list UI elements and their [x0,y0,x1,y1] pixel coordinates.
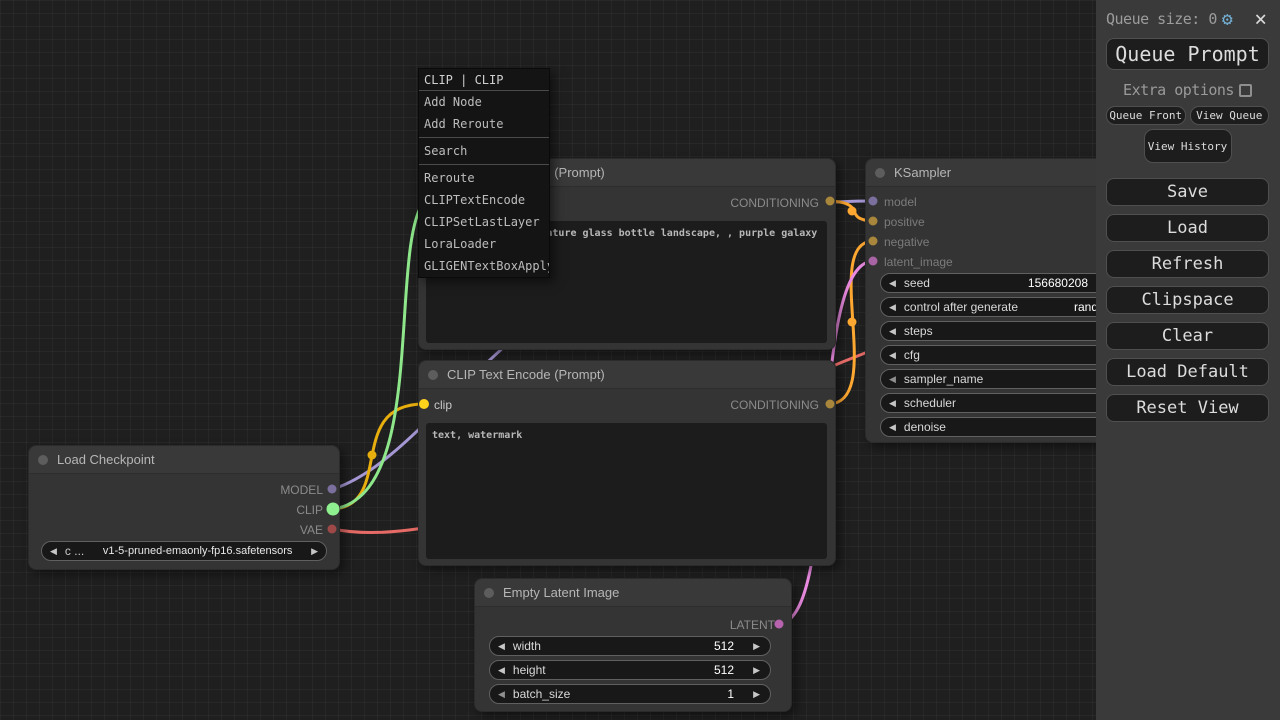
menu-item-reroute[interactable]: Reroute [419,167,549,189]
extra-options-checkbox[interactable] [1239,84,1252,97]
widget-label: cfg [904,348,920,362]
queue-size-label: Queue size: 0 [1106,10,1217,28]
widget-label: batch_size [513,687,570,701]
vae-output-label: VAE [300,523,323,537]
node-title: Empty Latent Image [503,585,619,600]
widget-width[interactable]: ◀ width 512 ▶ [489,636,771,656]
decrement-arrow-icon[interactable]: ◀ [889,278,896,289]
node-header[interactable]: Empty Latent Image [475,579,791,607]
widget-label: steps [904,324,933,338]
latent-output-label: LATENT [730,618,775,632]
widget-label: sampler_name [904,372,983,386]
reset-view-button[interactable]: Reset View [1106,394,1269,422]
save-button[interactable]: Save [1106,178,1269,206]
context-menu: CLIP | CLIP Add Node Add Reroute Search … [418,68,550,278]
widget-label: seed [904,276,930,290]
increment-arrow-icon[interactable]: ▶ [753,689,760,700]
view-history-button[interactable]: View History [1144,129,1232,163]
clip-link-midpoint-dot[interactable] [368,451,377,460]
increment-arrow-icon[interactable]: ▶ [753,665,760,676]
node-header[interactable]: Load Checkpoint [29,446,339,474]
widget-value: 512 [714,663,734,677]
node-title: KSampler [894,165,951,180]
node-load-checkpoint[interactable]: Load Checkpoint MODEL CLIP VAE ◀ c ... v… [28,445,340,570]
node-empty-latent-image[interactable]: Empty Latent Image LATENT ◀ width 512 ▶ … [474,578,792,712]
comfyui-canvas[interactable]: { "colors": { "link_model": "#a596d4", "… [0,0,1280,720]
model-input-label: model [884,195,917,209]
menu-separator [419,137,549,138]
widget-label: denoise [904,420,946,434]
extra-options-label: Extra options [1123,81,1234,99]
menu-item-gligentextboxapply[interactable]: GLIGENTextBoxApply [419,255,549,277]
decrement-arrow-icon[interactable]: ◀ [889,326,896,337]
menu-item-cliptextencode[interactable]: CLIPTextEncode [419,189,549,211]
positive-input-label: positive [884,215,925,229]
decrement-arrow-icon[interactable]: ◀ [498,689,505,700]
latent-image-input-label: latent_image [884,255,953,269]
node-title: CLIP Text Encode (Prompt) [447,367,605,382]
widget-label: control after generate [904,300,1018,314]
widget-label: c ... [65,544,84,558]
wire-drag-clip [333,201,424,509]
menu-item-add-reroute[interactable]: Add Reroute [419,113,549,135]
widget-batch-size[interactable]: ◀ batch_size 1 ▶ [489,684,771,704]
comfy-menu-panel: Queue size: 0 ⚙ × Queue Prompt Extra opt… [1096,0,1280,720]
widget-label: height [513,663,546,677]
decrement-arrow-icon[interactable]: ◀ [498,665,505,676]
widget-value: 1 [727,687,734,701]
load-default-button[interactable]: Load Default [1106,358,1269,386]
close-icon[interactable]: × [1254,10,1267,28]
wire-clip [333,404,424,509]
menu-separator [419,164,549,165]
node-clip-text-encode-negative[interactable]: CLIP Text Encode (Prompt) clip CONDITION… [418,360,836,566]
menu-item-add-node[interactable]: Add Node [419,91,549,113]
widget-value: v1-5-pruned-emaonly-fp16.safetensors [84,545,311,557]
node-title: Load Checkpoint [57,452,155,467]
negative-input-label: negative [884,235,929,249]
decrement-arrow-icon[interactable]: ◀ [498,641,505,652]
decrement-arrow-icon[interactable]: ◀ [889,350,896,361]
next-arrow-icon[interactable]: ▶ [311,546,318,557]
widget-height[interactable]: ◀ height 512 ▶ [489,660,771,680]
conditioning-output-label: CONDITIONING [730,196,819,210]
clear-button[interactable]: Clear [1106,322,1269,350]
prompt-textarea[interactable]: text, watermark [426,423,827,559]
prev-arrow-icon[interactable]: ◀ [889,302,896,313]
node-status-dot[interactable] [428,370,438,380]
model-output-label: MODEL [280,483,323,497]
menu-search-input[interactable]: Search [419,140,549,162]
widget-value: 156680208 [1028,276,1088,290]
decrement-arrow-icon[interactable]: ◀ [889,422,896,433]
widget-label: scheduler [904,396,956,410]
negative-link-midpoint-dot[interactable] [848,318,857,327]
clip-input-label: clip [434,398,452,412]
node-status-dot[interactable] [38,455,48,465]
positive-link-midpoint-dot[interactable] [848,207,857,216]
context-menu-title: CLIP | CLIP [419,69,549,91]
widget-label: width [513,639,541,653]
node-status-dot[interactable] [875,168,885,178]
widget-value: 512 [714,639,734,653]
view-queue-button[interactable]: View Queue [1190,106,1270,125]
widget-ckpt-name[interactable]: ◀ c ... v1-5-pruned-emaonly-fp16.safeten… [41,541,327,561]
queue-front-button[interactable]: Queue Front [1106,106,1186,125]
menu-item-loraloader[interactable]: LoraLoader [419,233,549,255]
clipspace-button[interactable]: Clipspace [1106,286,1269,314]
menu-item-clipsetlastlayer[interactable]: CLIPSetLastLayer [419,211,549,233]
queue-prompt-button[interactable]: Queue Prompt [1106,38,1269,70]
prev-arrow-icon[interactable]: ◀ [889,398,896,409]
increment-arrow-icon[interactable]: ▶ [753,641,760,652]
node-header[interactable]: CLIP Text Encode (Prompt) [419,361,835,389]
prev-arrow-icon[interactable]: ◀ [50,546,57,557]
conditioning-output-label: CONDITIONING [730,398,819,412]
load-button[interactable]: Load [1106,214,1269,242]
settings-gear-icon[interactable]: ⚙ [1222,9,1233,30]
node-status-dot[interactable] [484,588,494,598]
refresh-button[interactable]: Refresh [1106,250,1269,278]
prev-arrow-icon[interactable]: ◀ [889,374,896,385]
clip-output-label: CLIP [296,503,323,517]
